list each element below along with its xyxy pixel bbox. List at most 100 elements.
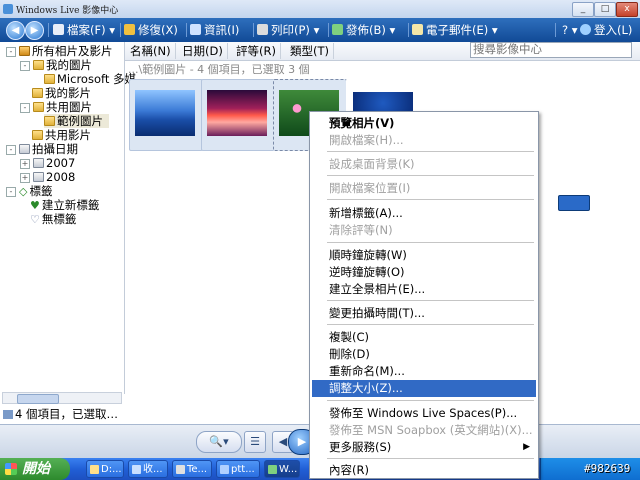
collapse-icon[interactable]: - (6, 47, 16, 57)
email-menu[interactable]: 電子郵件(E) ▾ (412, 22, 498, 38)
navigation-tree: - 所有相片及影片 - 我的圖片 Microsoft 多媒 我的影片 - 共用圖片 範… (0, 42, 136, 394)
back-button[interactable]: ◀ (6, 21, 25, 40)
menu-separator (327, 324, 534, 325)
calendar-icon (33, 158, 44, 168)
taskbar-label: ptt... (231, 464, 255, 475)
file-icon (53, 24, 64, 35)
tree-no-tag[interactable]: ♡ 無標籤 (30, 212, 76, 226)
tree-year-2007[interactable]: +2007 (20, 156, 75, 170)
menu-item-rotate-cw[interactable]: 順時鐘旋轉(W) (312, 247, 536, 264)
menu-item-more-services[interactable]: 更多服務(S) ▶ (312, 439, 536, 456)
tree-date-taken[interactable]: - 拍攝日期 (6, 142, 78, 156)
menu-item-resize[interactable]: 調整大小(Z)... (312, 380, 536, 397)
close-button[interactable]: x (616, 2, 638, 17)
tree-label: 共用圖片 (46, 100, 92, 114)
scrollbar-thumb[interactable] (17, 394, 59, 404)
menu-item-label: 更多服務(S) (329, 440, 392, 454)
app-icon (268, 465, 277, 474)
expand-icon[interactable]: + (20, 159, 30, 169)
collapse-icon[interactable]: - (20, 61, 30, 71)
tree-label: 建立新標籤 (41, 198, 100, 212)
start-button[interactable]: 開始 (0, 458, 70, 480)
menu-separator (327, 242, 534, 243)
menu-item-rotate-ccw[interactable]: 逆時鐘旋轉(O) (312, 264, 536, 281)
menu-item-copy[interactable]: 複製(C) (312, 329, 536, 346)
view-details-button[interactable]: ☰ (244, 431, 266, 453)
help-button[interactable]: ? ▾ (562, 22, 578, 38)
windows-logo-icon (5, 463, 17, 475)
maximize-button[interactable]: □ (594, 2, 616, 17)
tree-shared-pictures[interactable]: - 共用圖片 (20, 100, 92, 114)
minimize-button[interactable]: _ (572, 2, 594, 17)
photo-thumbnail[interactable] (129, 79, 203, 151)
tree-microsoft[interactable]: Microsoft 多媒 (44, 72, 136, 86)
publish-icon (332, 24, 343, 35)
breadcrumb: ...\範例圖片 - 4 個項目，已選取 3 個 (128, 63, 310, 76)
email-menu-label: 電子郵件(E) (426, 23, 489, 37)
fix-menu[interactable]: 修復(X) (124, 22, 178, 38)
menu-item-preview[interactable]: 預覽相片(V) (312, 115, 536, 132)
tree-tags[interactable]: - ◇ 標籤 (6, 184, 52, 198)
zoom-button[interactable]: 🔍▾ (196, 431, 242, 453)
tree-my-pictures[interactable]: - 我的圖片 (20, 58, 92, 72)
tree-my-videos[interactable]: 我的影片 (32, 86, 91, 100)
menu-item-panorama[interactable]: 建立全景相片(E)... (312, 281, 536, 298)
toolbar-separator (328, 23, 329, 37)
menu-separator (327, 300, 534, 301)
status-text: 4 個項目，已選取… (15, 407, 118, 421)
tree-sample-pictures[interactable]: 範例圖片 (44, 114, 109, 128)
folder-icon (90, 465, 99, 474)
taskbar-label: W... (279, 464, 298, 475)
menu-item-delete[interactable]: 刪除(D) (312, 346, 536, 363)
taskbar-button[interactable]: ptt... (216, 460, 260, 478)
menu-item-change-time[interactable]: 變更拍攝時間(T)... (312, 305, 536, 322)
collapse-icon[interactable]: - (20, 103, 30, 113)
taskbar-label: 收... (143, 464, 163, 475)
toolbar-separator (120, 23, 121, 37)
status-icon (3, 410, 13, 419)
collapse-icon[interactable]: - (6, 187, 16, 197)
file-menu[interactable]: 檔案(F) ▾ (53, 22, 115, 38)
watermark-text: #982639 (584, 462, 631, 475)
toolbar-separator (186, 23, 187, 37)
taskbar-button[interactable]: D:... (86, 460, 124, 478)
zoom-slider-control[interactable] (558, 195, 590, 211)
menu-item-properties[interactable]: 內容(R) (312, 462, 536, 479)
taskbar-button[interactable]: 收... (128, 460, 168, 478)
forward-button[interactable]: ▶ (25, 21, 44, 40)
taskbar-button-active[interactable]: W... (264, 460, 300, 478)
menu-item-add-tag[interactable]: 新增標籤(A)... (312, 205, 536, 222)
tree-shared-videos[interactable]: 共用影片 (32, 128, 91, 142)
publish-menu[interactable]: 發佈(B) ▾ (332, 22, 395, 38)
signin-label: 登入(L) (594, 23, 633, 37)
column-name[interactable]: 名稱(N) (126, 43, 176, 59)
context-menu: 預覽相片(V) 開啟檔案(H)... 設成桌面背景(K) 開啟檔案位置(I) 新… (309, 111, 539, 479)
tree-all-photos[interactable]: - 所有相片及影片 (6, 44, 113, 58)
tree-year-2008[interactable]: +2008 (20, 170, 75, 184)
menu-separator (327, 400, 534, 401)
expand-icon[interactable]: + (20, 173, 30, 183)
menu-item-open-location[interactable]: 開啟檔案位置(I) (312, 180, 536, 197)
menu-item-clear-rating[interactable]: 清除評等(N) (312, 222, 536, 239)
column-date[interactable]: 日期(D) (178, 43, 228, 59)
column-type[interactable]: 類型(T) (286, 43, 334, 59)
taskbar-button[interactable]: Te... (172, 460, 212, 478)
print-menu[interactable]: 列印(P) ▾ (257, 22, 319, 38)
column-rating[interactable]: 評等(R) (232, 43, 281, 59)
tree-label: 拍攝日期 (32, 142, 78, 156)
menu-item-open-file[interactable]: 開啟檔案(H)... (312, 132, 536, 149)
menu-item-publish-soapbox[interactable]: 發佈至 MSN Soapbox (英文網站)(X)... (312, 422, 536, 439)
menu-item-publish-spaces[interactable]: 發佈至 Windows Live Spaces(P)... (312, 405, 536, 422)
library-icon (19, 46, 30, 56)
info-menu[interactable]: 資訊(I) (190, 22, 239, 38)
sidebar-horizontal-scrollbar[interactable] (2, 392, 122, 404)
tree-label: 無標籤 (41, 212, 77, 226)
menu-item-set-desktop[interactable]: 設成桌面背景(K) (312, 156, 536, 173)
photo-thumbnail[interactable] (201, 79, 275, 151)
window-title: Windows Live 影像中心 (16, 6, 119, 16)
menu-item-rename[interactable]: 重新命名(M)... (312, 363, 536, 380)
collapse-icon[interactable]: - (6, 145, 16, 155)
signin-button[interactable]: 登入(L) (580, 22, 632, 38)
search-input[interactable] (470, 42, 632, 58)
tree-new-tag[interactable]: ♥ 建立新標籤 (30, 198, 99, 212)
